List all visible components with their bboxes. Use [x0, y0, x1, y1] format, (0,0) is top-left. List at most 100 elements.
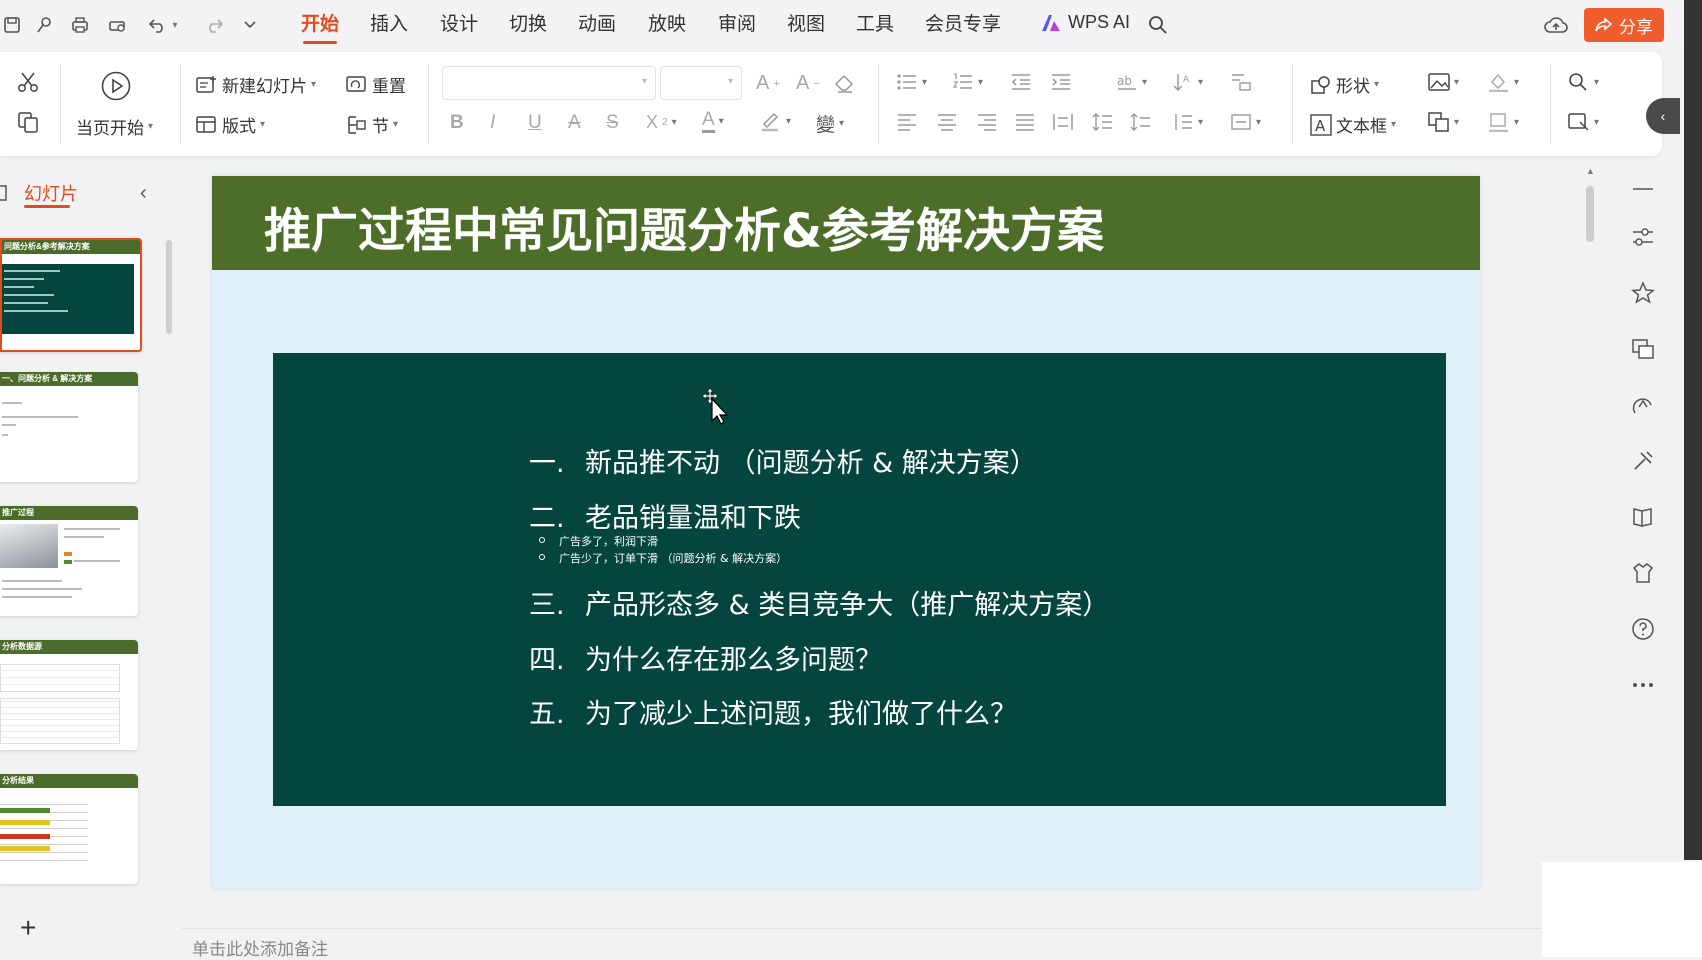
- justify-icon[interactable]: [1014, 112, 1036, 132]
- save-icon[interactable]: [0, 13, 24, 37]
- tab-view[interactable]: 视图: [787, 12, 825, 38]
- align-right-icon[interactable]: [976, 112, 998, 132]
- outline-tab-icon[interactable]: [0, 184, 10, 202]
- tab-design[interactable]: 设计: [440, 12, 478, 38]
- numbered-list-icon[interactable]: ▾: [952, 72, 983, 92]
- panel-scrollbar[interactable]: [166, 240, 172, 334]
- paragraph-spacing-icon[interactable]: [1130, 112, 1152, 132]
- font-family-select[interactable]: ▾: [442, 66, 656, 100]
- increase-indent-icon[interactable]: [1050, 72, 1072, 92]
- more-icon[interactable]: [1630, 672, 1656, 698]
- agenda-subitem-1[interactable]: 广告多了，利润下滑: [539, 533, 658, 549]
- skin-icon[interactable]: [1630, 560, 1656, 586]
- notes-pane[interactable]: 单击此处添加备注: [182, 928, 1542, 959]
- find-icon[interactable]: ▾: [1568, 72, 1599, 92]
- add-slide-button[interactable]: +: [20, 912, 36, 944]
- tab-insert[interactable]: 插入: [370, 12, 408, 38]
- outline-color-icon[interactable]: ▾: [1488, 112, 1519, 132]
- animation-icon[interactable]: [1630, 392, 1656, 418]
- agenda-item-5[interactable]: 五. 为了减少上述问题，我们做了什么？: [529, 692, 1017, 731]
- scroll-up-icon[interactable]: ▲: [1586, 166, 1596, 176]
- new-slide-button[interactable]: 新建幻灯片 ▾: [196, 72, 316, 97]
- agenda-item-3[interactable]: 三. 产品形态多 & 类目竞争大（推广解决方案）: [529, 583, 1109, 622]
- fill-color-icon[interactable]: ▾: [1488, 72, 1519, 92]
- decrease-font-icon[interactable]: A −: [796, 72, 820, 95]
- agenda-subitem-2[interactable]: 广告少了，订单下滑 （问题分析 & 解决方案）: [538, 550, 787, 566]
- star-icon[interactable]: [1630, 280, 1656, 306]
- tab-slideshow[interactable]: 放映: [648, 12, 686, 38]
- tab-animation[interactable]: 动画: [578, 12, 616, 38]
- line-spacing-icon[interactable]: [1092, 112, 1114, 132]
- slide-thumbnail-3[interactable]: 推广过程: [0, 506, 138, 616]
- search-icon[interactable]: [1146, 13, 1170, 37]
- tab-member[interactable]: 会员专享: [925, 12, 1001, 38]
- layout-button[interactable]: 版式 ▾: [196, 112, 265, 137]
- print-preview-icon[interactable]: [106, 13, 130, 37]
- increase-font-icon[interactable]: A +: [756, 72, 780, 95]
- share-button[interactable]: 分享: [1584, 8, 1664, 42]
- agenda-item-1[interactable]: 一. 新品推不动 （问题分析 & 解决方案）: [529, 441, 1037, 480]
- wps-ai-button[interactable]: WPS AI: [1040, 12, 1130, 33]
- from-current-slide-button[interactable]: 当页开始 ▾: [76, 114, 153, 139]
- undo-icon[interactable]: [146, 13, 170, 37]
- shadow-icon[interactable]: S: [606, 112, 619, 134]
- select-icon[interactable]: ▾: [1568, 112, 1599, 132]
- cloud-upload-icon[interactable]: [1544, 13, 1568, 37]
- redo-icon[interactable]: [202, 13, 226, 37]
- content-textbox[interactable]: 一. 新品推不动 （问题分析 & 解决方案） 二. 老品销量温和下跌 广告多了，利润…: [273, 353, 1446, 806]
- textbox-button[interactable]: A 文本框 ▾: [1310, 112, 1396, 137]
- minimize-rail-icon[interactable]: [1630, 176, 1656, 202]
- shape-button[interactable]: 形状 ▾: [1310, 72, 1379, 97]
- arrange-icon[interactable]: ▾: [1428, 112, 1459, 132]
- adjust-icon[interactable]: [1630, 224, 1656, 250]
- reader-icon[interactable]: [1630, 504, 1656, 530]
- decrease-indent-icon[interactable]: [1010, 72, 1032, 92]
- font-color-icon[interactable]: A ▾: [702, 110, 724, 133]
- bullet-list-icon[interactable]: ▾: [896, 72, 927, 92]
- sort-icon[interactable]: A ▾: [1172, 72, 1203, 92]
- help-icon[interactable]: [1630, 616, 1656, 642]
- highlight-icon[interactable]: ▾: [760, 110, 791, 132]
- align-center-icon[interactable]: [936, 112, 958, 132]
- slide-switch-icon[interactable]: [1630, 336, 1656, 362]
- text-direction-icon[interactable]: ab ▾: [1116, 72, 1147, 92]
- more-quick-access-icon[interactable]: [238, 13, 262, 37]
- reset-button[interactable]: 重置: [346, 72, 406, 97]
- phonetic-guide-icon[interactable]: 變 ▾: [816, 110, 844, 137]
- format-painter-icon[interactable]: [32, 13, 56, 37]
- tools-icon[interactable]: [1630, 448, 1656, 474]
- tab-transition[interactable]: 切换: [509, 12, 547, 38]
- align-left-icon[interactable]: [896, 112, 918, 132]
- collapse-panel-icon[interactable]: ‹: [140, 182, 147, 205]
- strikethrough-icon[interactable]: A: [568, 112, 581, 134]
- tab-tools[interactable]: 工具: [856, 12, 894, 38]
- slide-thumbnail-2[interactable]: 一、问题分析 & 解决方案: [0, 372, 138, 482]
- underline-icon[interactable]: U: [528, 112, 542, 134]
- distributed-icon[interactable]: [1052, 112, 1074, 132]
- print-icon[interactable]: [68, 13, 92, 37]
- undo-dropdown-icon[interactable]: ▾: [168, 13, 182, 37]
- tab-review[interactable]: 审阅: [718, 12, 756, 38]
- agenda-item-4[interactable]: 四. 为什么存在那么多问题？: [529, 638, 882, 677]
- collapse-ribbon-button[interactable]: ‹: [1646, 98, 1680, 134]
- agenda-item-2[interactable]: 二. 老品销量温和下跌: [529, 496, 801, 535]
- slides-tab[interactable]: 幻灯片: [24, 180, 78, 206]
- section-button[interactable]: 节 ▾: [346, 112, 398, 137]
- slide-thumbnail-1[interactable]: 问题分析&参考解决方案: [0, 238, 142, 352]
- convert-smartart-icon[interactable]: [1230, 72, 1252, 92]
- italic-icon[interactable]: I: [490, 112, 495, 134]
- cut-icon[interactable]: [16, 70, 40, 94]
- bold-icon[interactable]: B: [450, 112, 464, 134]
- slide-thumbnail-5[interactable]: 分析结果: [0, 774, 138, 884]
- font-size-select[interactable]: ▾: [660, 66, 742, 100]
- picture-icon[interactable]: ▾: [1428, 72, 1459, 92]
- tab-home[interactable]: 开始: [301, 12, 339, 44]
- slide-title[interactable]: 推广过程中常见问题分析&参考解决方案: [264, 192, 1104, 261]
- play-icon[interactable]: [100, 70, 132, 102]
- slide-canvas[interactable]: 推广过程中常见问题分析&参考解决方案 一. 新品推不动 （问题分析 & 解决方案）…: [212, 176, 1480, 888]
- slide-scrollbar-thumb[interactable]: [1586, 186, 1594, 242]
- slide-thumbnail-4[interactable]: 分析数据源: [0, 640, 138, 750]
- text-align-vertical-icon[interactable]: ▾: [1230, 112, 1261, 132]
- copy-icon[interactable]: [16, 110, 40, 134]
- line-spacing-options-icon[interactable]: ▾: [1172, 112, 1203, 132]
